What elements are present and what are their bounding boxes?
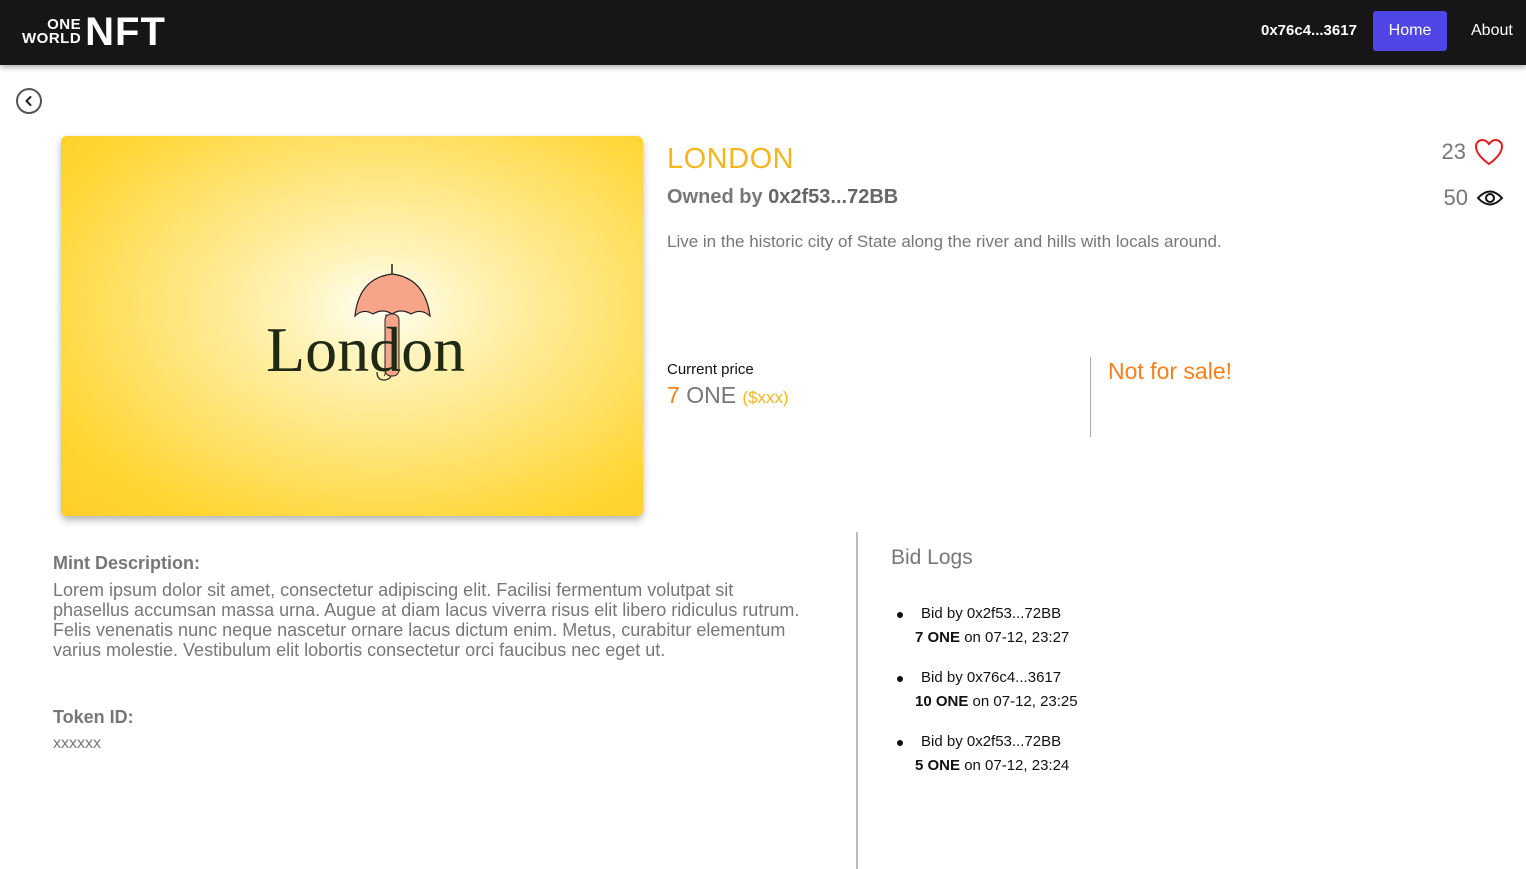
bid-time: on 07-12, 23:24 — [964, 757, 1070, 774]
bid-time: on 07-12, 23:25 — [972, 693, 1078, 710]
bullet — [897, 740, 903, 746]
likes-counter: 23 — [1442, 138, 1504, 166]
nft-image: London — [61, 136, 643, 516]
owner-address[interactable]: 0x2f53...72BB — [768, 186, 898, 208]
current-price-label: Current price — [667, 361, 754, 378]
price-value: 7 — [667, 382, 680, 408]
nft-title: LONDON — [667, 143, 795, 175]
bullet — [897, 676, 903, 682]
back-button[interactable] — [16, 88, 42, 114]
owner-line: Owned by 0x2f53...72BB — [667, 186, 898, 209]
token-id-value: xxxxxx — [53, 735, 101, 752]
bid-bidder: Bid by 0x76c4...3617 — [921, 669, 1062, 686]
likes-count: 23 — [1441, 139, 1466, 164]
views-counter: 50 — [1444, 185, 1504, 211]
price-currency: ONE — [686, 382, 737, 408]
bid-amount: 10 ONE — [915, 693, 969, 710]
sale-status: Not for sale! — [1108, 358, 1232, 384]
bid-detail: 10 ONE on 07-12, 23:25 — [915, 693, 1078, 710]
logo[interactable]: ONE WORLD NFT — [22, 10, 166, 54]
logo-small-text: ONE WORLD — [22, 17, 82, 47]
price-divider — [1090, 357, 1091, 437]
heart-icon[interactable] — [1474, 138, 1504, 166]
wallet-address[interactable]: 0x76c4...3617 — [1261, 22, 1357, 39]
logo-world: WORLD — [22, 30, 82, 47]
bid-detail: 5 ONE on 07-12, 23:24 — [915, 757, 1069, 774]
back-arrow-icon — [25, 96, 32, 106]
art-text: London — [266, 314, 465, 385]
bid-bidder: Bid by 0x2f53...72BB — [921, 733, 1062, 750]
views-count: 50 — [1443, 185, 1468, 210]
owned-by-label: Owned by — [667, 186, 763, 208]
bid-time: on 07-12, 23:27 — [964, 629, 1070, 646]
nft-artwork: London — [266, 264, 465, 385]
mint-description-heading: Mint Description: — [53, 553, 200, 573]
nft-description: Live in the historic city of State along… — [667, 232, 1222, 251]
bullet — [897, 612, 903, 618]
mint-description-text: Lorem ipsum dolor sit amet, consectetur … — [53, 580, 800, 660]
logo-nft: NFT — [85, 10, 166, 54]
current-price: 7 ONE ($xxx) — [667, 382, 789, 409]
section-divider — [856, 532, 858, 869]
token-id-heading: Token ID: — [53, 707, 134, 727]
nav-about-link[interactable]: About — [1471, 22, 1513, 40]
price-usd: ($xxx) — [742, 388, 789, 407]
bid-bidder: Bid by 0x2f53...72BB — [921, 605, 1062, 622]
bid-amount: 5 ONE — [915, 757, 961, 774]
bid-amount: 7 ONE — [915, 629, 961, 646]
bid-detail: 7 ONE on 07-12, 23:27 — [915, 629, 1069, 646]
top-navbar: ONE WORLD NFT 0x76c4...3617 Home About — [0, 0, 1526, 65]
bid-logs-heading: Bid Logs — [891, 546, 973, 569]
eye-icon — [1476, 190, 1504, 206]
nav-home-button[interactable]: Home — [1373, 11, 1447, 51]
